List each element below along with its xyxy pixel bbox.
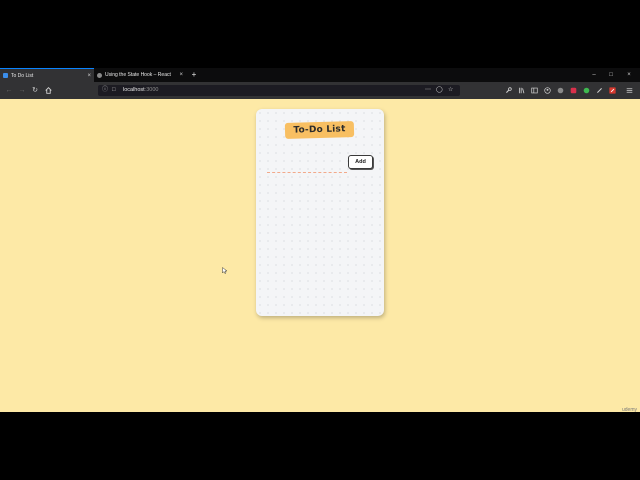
extension-icon[interactable] [557, 87, 564, 94]
mouse-cursor-icon [222, 267, 227, 274]
menu-icon[interactable] [626, 87, 633, 94]
react-favicon-icon [3, 73, 8, 78]
todo-input[interactable] [267, 163, 347, 173]
pen-icon[interactable] [596, 87, 603, 94]
react-favicon-icon [97, 72, 102, 78]
extension-icon[interactable] [570, 87, 577, 94]
wrench-icon[interactable] [505, 87, 512, 94]
reload-icon[interactable]: ↻ [29, 85, 41, 96]
url-text[interactable]: localhost:3000 [123, 85, 158, 96]
minimize-button[interactable]: – [586, 68, 602, 82]
pocket-icon[interactable]: ◯ [436, 85, 443, 96]
todo-card: To-Do List Add [256, 109, 384, 316]
watermark: udemy [621, 407, 637, 413]
page-icon: □ [112, 87, 116, 93]
heading-highlight: To-Do List [284, 121, 355, 139]
forward-arrow-icon[interactable]: → [16, 85, 28, 96]
back-arrow-icon[interactable]: ← [3, 85, 15, 96]
tab-bar: To Do List × Using the State Hook – Reac… [0, 68, 640, 82]
account-icon[interactable] [544, 87, 551, 94]
address-bar[interactable]: ⓘ □ localhost:3000 ⋯ ◯ ☆ [98, 85, 460, 96]
close-window-button[interactable]: × [621, 68, 637, 82]
tab-using-state-hook[interactable]: Using the State Hook – React × [94, 68, 186, 82]
add-button[interactable]: Add [348, 155, 373, 169]
maximize-button[interactable]: □ [603, 68, 619, 82]
sidebar-icon[interactable] [531, 87, 538, 94]
tab-to-do-list[interactable]: To Do List × [0, 68, 94, 82]
url-port: :3000 [144, 87, 159, 93]
library-icon[interactable] [518, 87, 525, 94]
tab-label: Using the State Hook – React [105, 72, 171, 78]
url-host: localhost [123, 87, 145, 93]
screen: To Do List × Using the State Hook – Reac… [0, 0, 640, 480]
extension-icon[interactable] [609, 87, 616, 94]
info-icon[interactable]: ⓘ [102, 85, 108, 96]
tab-label: To Do List [11, 72, 34, 79]
page-title: To-Do List [293, 124, 346, 136]
extension-icon[interactable] [583, 87, 590, 94]
page-actions-icon[interactable]: ⋯ [425, 85, 431, 96]
close-tab-icon[interactable]: × [179, 72, 183, 78]
home-icon[interactable] [42, 85, 54, 96]
navigation-bar: ← → ↻ ⓘ □ localhost:3000 ⋯ ◯ ☆ [0, 82, 640, 99]
close-tab-icon[interactable]: × [87, 73, 91, 79]
new-tab-button[interactable]: + [189, 68, 199, 82]
page-viewport: To-Do List Add [0, 99, 640, 412]
bookmark-star-icon[interactable]: ☆ [448, 85, 453, 96]
